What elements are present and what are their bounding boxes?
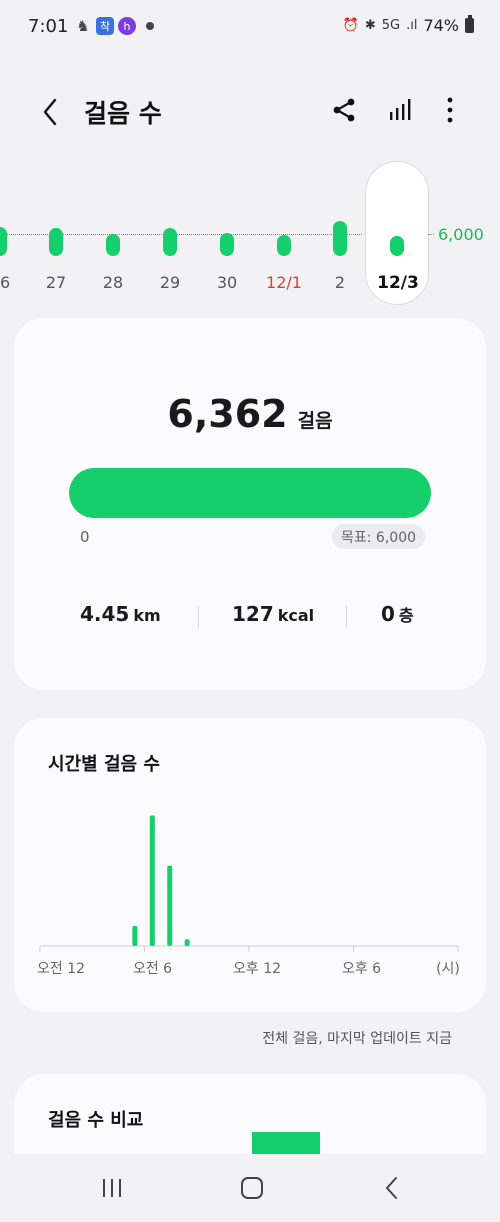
x-tick-label: 오후 12 [233, 961, 281, 977]
day-label[interactable]: 29 [150, 273, 190, 292]
day-steps-bar[interactable] [0, 226, 7, 256]
walking-notification-icon: ♞ [76, 17, 90, 35]
daily-steps-strip[interactable]: 12/3 6,000 26 27 28 29 30 12/1 2 [0, 160, 500, 306]
share-button[interactable] [326, 92, 362, 128]
recent-apps-icon [103, 1179, 121, 1197]
steps-unit: 걸음 [297, 410, 333, 432]
goal-line-end [428, 234, 434, 235]
health-notification-icon: h [118, 17, 136, 35]
day-steps-bar[interactable] [390, 236, 404, 256]
calories-metric: 127 kcal [232, 602, 314, 626]
page-title: 걸음 수 [84, 99, 162, 128]
day-steps-bar[interactable] [49, 227, 63, 256]
metric-divider [346, 606, 347, 628]
day-steps-bar[interactable] [163, 227, 177, 256]
day-label[interactable]: 2 [320, 273, 360, 292]
x-tick-label: 오전 12 [37, 961, 85, 977]
distance-value: 4.45 [80, 602, 130, 626]
hourly-steps-bar [167, 865, 173, 946]
today-summary-card: 6,362 걸음 0 목표: 6,000 4.45 km 127 kcal 0층 [14, 318, 486, 690]
day-label[interactable]: 26 [0, 273, 20, 292]
day-steps-bar[interactable] [277, 235, 291, 256]
notification-icons: ♞ 착 h [74, 17, 154, 35]
more-notifications-dot-icon [146, 22, 154, 30]
hourly-steps-bar [132, 925, 138, 946]
steps-count: 6,362 걸음 [14, 392, 486, 436]
chevron-left-icon [43, 98, 57, 126]
status-bar: 7:01 ♞ 착 h ⏰ ✱ 5G .ıl 74% [0, 0, 500, 56]
compare-card-title: 걸음 수 비교 [48, 1110, 144, 1131]
floors-metric: 0층 [381, 602, 414, 626]
x-tick-label: 오후 6 [342, 961, 381, 977]
activity-metrics: 4.45 km 127 kcal 0층 [14, 602, 486, 632]
battery-icon [465, 15, 474, 33]
bar-chart-icon [390, 99, 411, 120]
app-header: 걸음 수 [0, 80, 500, 140]
day-label[interactable]: 30 [207, 273, 247, 292]
goal-chip[interactable]: 목표: 6,000 [332, 524, 426, 549]
day-label[interactable]: 28 [93, 273, 133, 292]
network-type-icon: 5G [381, 18, 401, 33]
alarm-icon: ⏰ [342, 18, 359, 33]
last-update-note: 전체 걸음, 마지막 업데이트 지금 [262, 1031, 452, 1047]
recent-apps-button[interactable] [92, 1172, 132, 1204]
system-status-icons: ⏰ ✱ 5G .ıl 74% [342, 15, 474, 35]
goal-line-label: 6,000 [438, 225, 484, 244]
bluetooth-icon: ✱ [364, 18, 376, 33]
goal-progress-bar [69, 468, 431, 518]
statistics-button[interactable] [382, 92, 418, 128]
day-steps-bar[interactable] [220, 233, 234, 256]
floors-unit: 층 [398, 606, 414, 625]
metric-divider [198, 606, 199, 628]
calories-unit: kcal [277, 606, 315, 625]
x-axis-unit-label: (시) [436, 961, 460, 977]
status-time: 7:01 [28, 16, 69, 37]
steps-screen: 7:01 ♞ 착 h ⏰ ✱ 5G .ıl 74% 걸음 수 12/3 6,00… [0, 0, 500, 1222]
x-tick-label: 오전 6 [133, 961, 172, 977]
hourly-steps-card[interactable]: 시간별 걸음 수 오전 12 오전 6 오후 12 오후 6 (시) [14, 718, 486, 1012]
more-vertical-icon [447, 97, 453, 123]
day-label[interactable]: 27 [36, 273, 76, 292]
battery-percent: 74% [423, 16, 459, 35]
home-icon [241, 1177, 263, 1199]
day-steps-bar[interactable] [106, 234, 120, 256]
more-options-button[interactable] [432, 92, 468, 128]
goal-progress-fill [69, 468, 431, 518]
selected-day-label: 12/3 [377, 273, 419, 293]
distance-unit: km [133, 606, 161, 625]
system-back-button[interactable] [372, 1172, 412, 1204]
hourly-steps-bar [149, 815, 155, 946]
hourly-card-title: 시간별 걸음 수 [48, 754, 160, 775]
selected-day-pill[interactable]: 12/3 [365, 161, 429, 305]
back-arrow-icon [386, 1177, 397, 1199]
hourly-steps-bar [184, 939, 190, 946]
system-navigation-bar [0, 1154, 500, 1222]
day-steps-bar[interactable] [333, 221, 347, 256]
hourly-steps-chart: 오전 12 오전 6 오후 12 오후 6 (시) [37, 815, 460, 977]
app-notification-icon: 착 [96, 17, 114, 35]
back-button[interactable] [32, 94, 68, 130]
day-label[interactable]: 12/1 [264, 273, 304, 292]
share-icon [333, 98, 355, 122]
floors-value: 0 [381, 602, 395, 626]
distance-metric: 4.45 km [80, 602, 161, 626]
signal-icon: .ıl [406, 18, 418, 33]
home-button[interactable] [232, 1172, 272, 1204]
steps-value: 6,362 [167, 392, 288, 436]
calories-value: 127 [232, 602, 274, 626]
progress-min-label: 0 [80, 528, 90, 546]
